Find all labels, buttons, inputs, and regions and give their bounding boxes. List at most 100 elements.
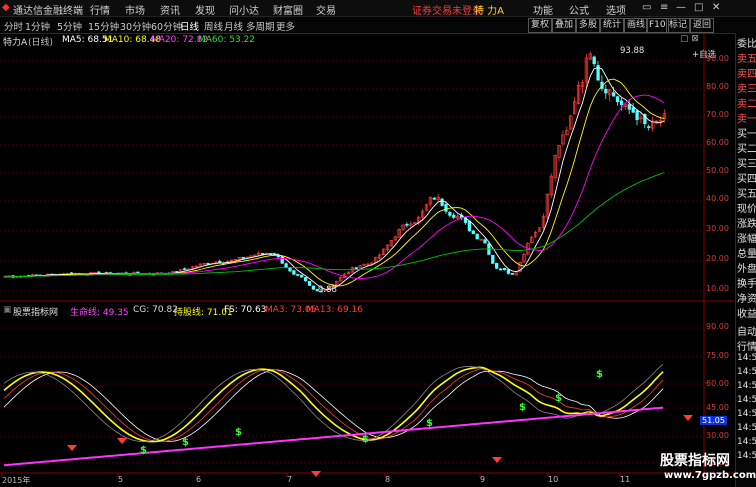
menu-news[interactable]: 资讯 xyxy=(160,2,180,17)
date-tick: 10 xyxy=(548,475,559,484)
window-max-icon[interactable]: □ xyxy=(694,2,703,13)
ma10-line xyxy=(5,78,665,287)
candle-body xyxy=(296,274,300,276)
tick-time: 14:50 xyxy=(737,437,756,447)
period-tab[interactable]: 月线 xyxy=(224,19,243,33)
menu-function[interactable]: 功能 xyxy=(533,2,553,17)
mark-button[interactable]: 标记 xyxy=(666,18,691,33)
multi-stock-button[interactable]: 多股 xyxy=(576,18,601,33)
period-tab[interactable]: 分时 xyxy=(4,19,23,33)
candle-body xyxy=(288,267,292,272)
restore-rights-button[interactable]: 复权 xyxy=(528,18,553,33)
price-tick: 30.00 xyxy=(706,224,729,233)
period-tab[interactable]: 15分钟 xyxy=(88,19,119,33)
quote-field[interactable]: 行情 xyxy=(737,338,756,353)
price-tick: 10.00 xyxy=(706,284,729,293)
app-title: 通达信金融终端 xyxy=(13,6,83,17)
minimize-icon[interactable]: ▭ xyxy=(642,2,651,13)
watermark-title: 股票指标网 xyxy=(660,453,730,469)
candle-body xyxy=(354,267,358,270)
date-tick: 6 xyxy=(196,475,202,484)
period-tab[interactable]: 5分钟 xyxy=(57,19,82,33)
menu-discover[interactable]: 发现 xyxy=(195,2,215,17)
candle-body xyxy=(467,220,472,232)
tick-time: 14:50 xyxy=(737,367,756,377)
buy-signal-icon: $ xyxy=(235,427,242,438)
login-status[interactable]: 证券交易未登录 xyxy=(412,2,482,17)
period-tab[interactable]: 30分钟 xyxy=(120,19,151,33)
quote-field: 卖二 xyxy=(737,99,756,110)
candle-body xyxy=(627,104,631,110)
candle-body xyxy=(483,239,487,244)
menu-options[interactable]: 选项 xyxy=(606,2,626,17)
overlay-button[interactable]: 叠加 xyxy=(552,18,577,33)
candle-body xyxy=(311,285,316,290)
candle-body xyxy=(495,262,499,269)
buy-signal-icon: $ xyxy=(426,418,433,429)
candle-body xyxy=(452,214,456,218)
signal-markers: $ $ $ $ $ $ $ $ xyxy=(67,369,693,477)
title-bar: ◆ 通达信金融终端 行情 市场 资讯 发现 问小达 财富圈 交易 证券交易未登录… xyxy=(0,0,756,17)
period-tab[interactable]: 60分钟 xyxy=(151,19,182,33)
back-button[interactable]: 返回 xyxy=(690,18,715,33)
quote-field[interactable]: 自动 xyxy=(737,323,756,338)
tick-time: 14:50 xyxy=(737,423,756,433)
menu-ask[interactable]: 问小达 xyxy=(229,2,259,17)
quote-field: 买二 xyxy=(737,144,756,155)
quote-field: 净资 xyxy=(737,294,756,305)
quote-field: 外盘 xyxy=(737,264,756,275)
menu-wealth[interactable]: 财富圈 xyxy=(273,2,303,17)
menu-trade[interactable]: 交易 xyxy=(316,2,336,17)
window-min-icon[interactable]: — xyxy=(676,2,686,13)
stock-name: 特 力A xyxy=(474,6,505,17)
period-tab-active[interactable]: 日线 xyxy=(180,19,199,33)
menu-quotes[interactable]: 行情 xyxy=(90,2,110,17)
period-tab-more[interactable]: 更多 xyxy=(276,19,295,33)
price-tick: 80.00 xyxy=(706,82,729,91)
sell-signal-icon xyxy=(117,438,127,444)
candle-body xyxy=(183,268,187,271)
period-tab[interactable]: 周线 xyxy=(204,19,223,33)
quote-field: 卖三 xyxy=(737,84,756,95)
indicator-lines xyxy=(3,363,664,467)
candle-body xyxy=(432,197,436,200)
tick-time: 14:50 xyxy=(737,395,756,405)
settings-icon[interactable]: ≡ xyxy=(660,2,668,13)
sell-signal-icon xyxy=(492,457,502,463)
candle-body xyxy=(506,269,511,274)
price-tick: 90.00 xyxy=(706,54,729,63)
buy-signal-icon: $ xyxy=(182,437,189,448)
menu-market[interactable]: 市场 xyxy=(125,2,145,17)
kline-chart[interactable]: $ $ $ $ $ $ $ $ xyxy=(0,33,735,487)
tick-time: 14:50 xyxy=(737,381,756,391)
candle-body xyxy=(510,273,514,275)
date-tick: 11 xyxy=(620,475,631,484)
buy-signal-icon: $ xyxy=(362,434,369,445)
date-tick: 5 xyxy=(118,475,124,484)
low-price-label: 9.88 xyxy=(318,285,337,295)
candle-body xyxy=(604,88,608,94)
period-tab[interactable]: 1分钟 xyxy=(25,19,50,33)
candle-body xyxy=(444,204,448,212)
statistics-button[interactable]: 统计 xyxy=(600,18,625,33)
indicator-tick: 90.00 xyxy=(706,322,729,331)
candle-body xyxy=(475,233,479,240)
ma5-line xyxy=(5,67,665,291)
quote-field: 涨幅 xyxy=(737,234,756,245)
price-tick: 50.00 xyxy=(706,166,729,175)
quote-field: 买四 xyxy=(737,174,756,185)
candle-body xyxy=(502,267,507,271)
period-tab[interactable]: 多周期 xyxy=(246,19,275,33)
quote-field: 总量 xyxy=(737,249,756,260)
price-tick: 60.00 xyxy=(706,138,729,147)
ma20-line xyxy=(5,94,665,279)
buy-signal-icon: $ xyxy=(140,445,147,456)
candle-body xyxy=(498,268,503,271)
draw-line-button[interactable]: 画线 xyxy=(624,18,649,33)
quote-field: 卖一 xyxy=(737,114,756,125)
watermark-url: www.7gpzb.com xyxy=(664,470,756,481)
close-icon[interactable]: ✕ xyxy=(712,2,720,13)
quote-panel: 委比 卖五 卖四 卖三 卖二 卖一 买一 买二 买三 买四 买五 现价 涨跌 涨… xyxy=(735,33,756,487)
menu-formula[interactable]: 公式 xyxy=(569,2,589,17)
high-price-label: 93.88 xyxy=(620,46,645,56)
